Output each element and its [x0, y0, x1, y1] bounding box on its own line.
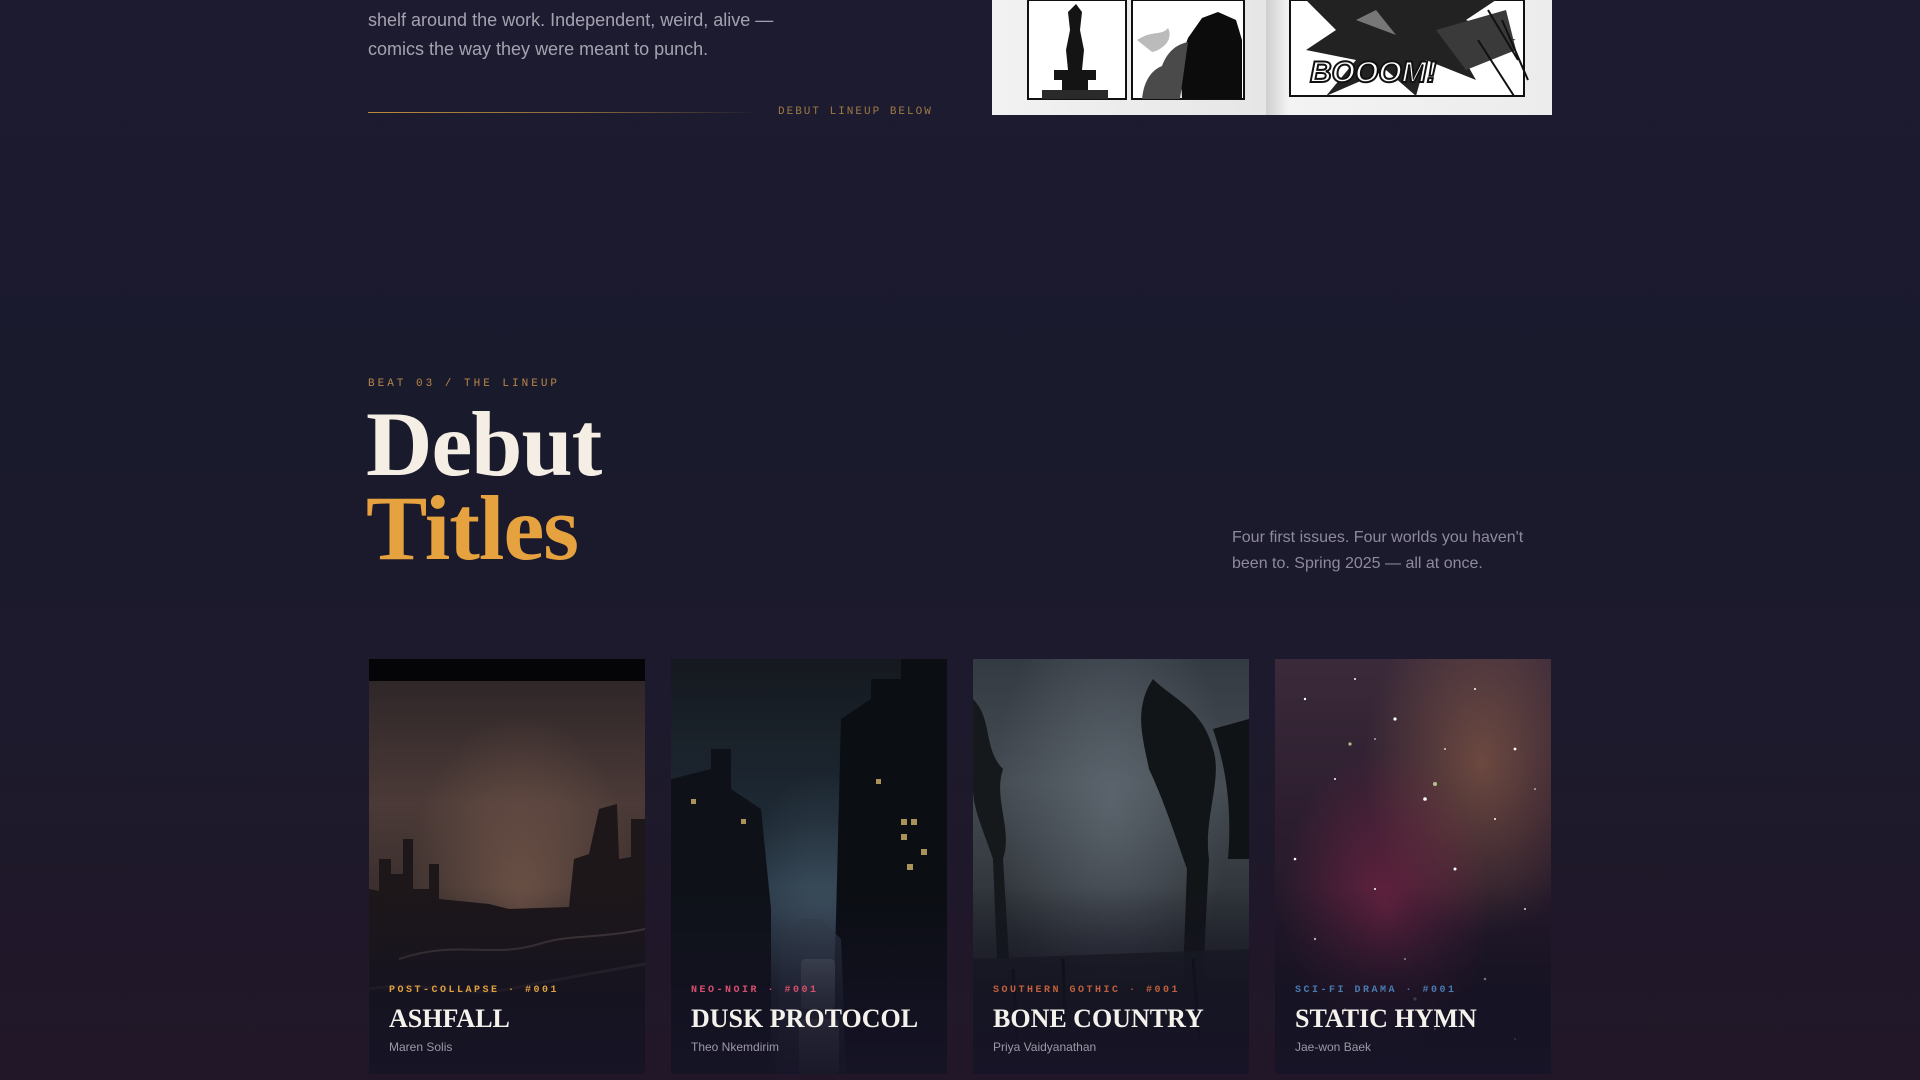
comic-panels-left [1027, 0, 1245, 100]
comic-panels-right: BOOOM! [1289, 0, 1529, 97]
card-creator: Jae-won Baek [1295, 1040, 1372, 1054]
section-title: Debut Titles [366, 393, 602, 579]
card-creator: Priya Vaidyanathan [993, 1040, 1097, 1054]
card-genre: NEO-NOIR · #001 [691, 985, 819, 996]
card-creator: Theo Nkemdirim [691, 1040, 780, 1054]
card-info: SOUTHERN GOTHIC · #001 BONE COUNTRY Priy… [993, 985, 1237, 1054]
card-info: SCI-FI DRAMA · #001 STATIC HYMN Jae-won … [1295, 985, 1539, 1054]
section-eyebrow: BEAT 03 / THE LINEUP [368, 378, 561, 390]
card-ashfall[interactable]: POST-COLLAPSE · #001 ASHFALL Maren Solis [369, 659, 645, 1074]
card-genre: SOUTHERN GOTHIC · #001 [993, 985, 1181, 996]
card-static-hymn[interactable]: SCI-FI DRAMA · #001 STATIC HYMN Jae-won … [1275, 659, 1551, 1074]
card-title: BONE COUNTRY [993, 1004, 1204, 1033]
intro-paragraph: shelf around the work. Independent, weir… [368, 6, 808, 64]
title-line-debut: Debut [366, 393, 602, 495]
card-title: ASHFALL [389, 1004, 510, 1033]
comic-book-image: BOOOM! [992, 0, 1552, 115]
card-title: DUSK PROTOCOL [691, 1004, 919, 1033]
divider-line [368, 112, 758, 113]
card-info: NEO-NOIR · #001 DUSK PROTOCOL Theo Nkemd… [691, 985, 935, 1054]
card-title: STATIC HYMN [1295, 1004, 1477, 1033]
card-genre: POST-COLLAPSE · #001 [389, 985, 560, 996]
comic-page-left [992, 0, 1266, 115]
intro-line: comics the way they were meant to punch. [368, 39, 709, 59]
debut-lineup-link[interactable]: DEBUT LINEUP BELOW [778, 106, 933, 118]
card-creator: Maren Solis [389, 1040, 453, 1054]
section-description: Four first issues. Four worlds you haven… [1232, 529, 1524, 572]
card-dusk-protocol[interactable]: NEO-NOIR · #001 DUSK PROTOCOL Theo Nkemd… [671, 659, 947, 1074]
card-genre: SCI-FI DRAMA · #001 [1295, 985, 1457, 996]
title-line-titles: Titles [366, 477, 579, 579]
comic-sfx-text: BOOOM! [1310, 56, 1437, 89]
card-bone-country[interactable]: SOUTHERN GOTHIC · #001 BONE COUNTRY Priy… [973, 659, 1249, 1074]
intro-line: shelf around the work. Independent, weir… [368, 10, 774, 30]
card-info: POST-COLLAPSE · #001 ASHFALL Maren Solis [389, 985, 633, 1054]
comic-page-right: BOOOM! [1266, 0, 1552, 115]
